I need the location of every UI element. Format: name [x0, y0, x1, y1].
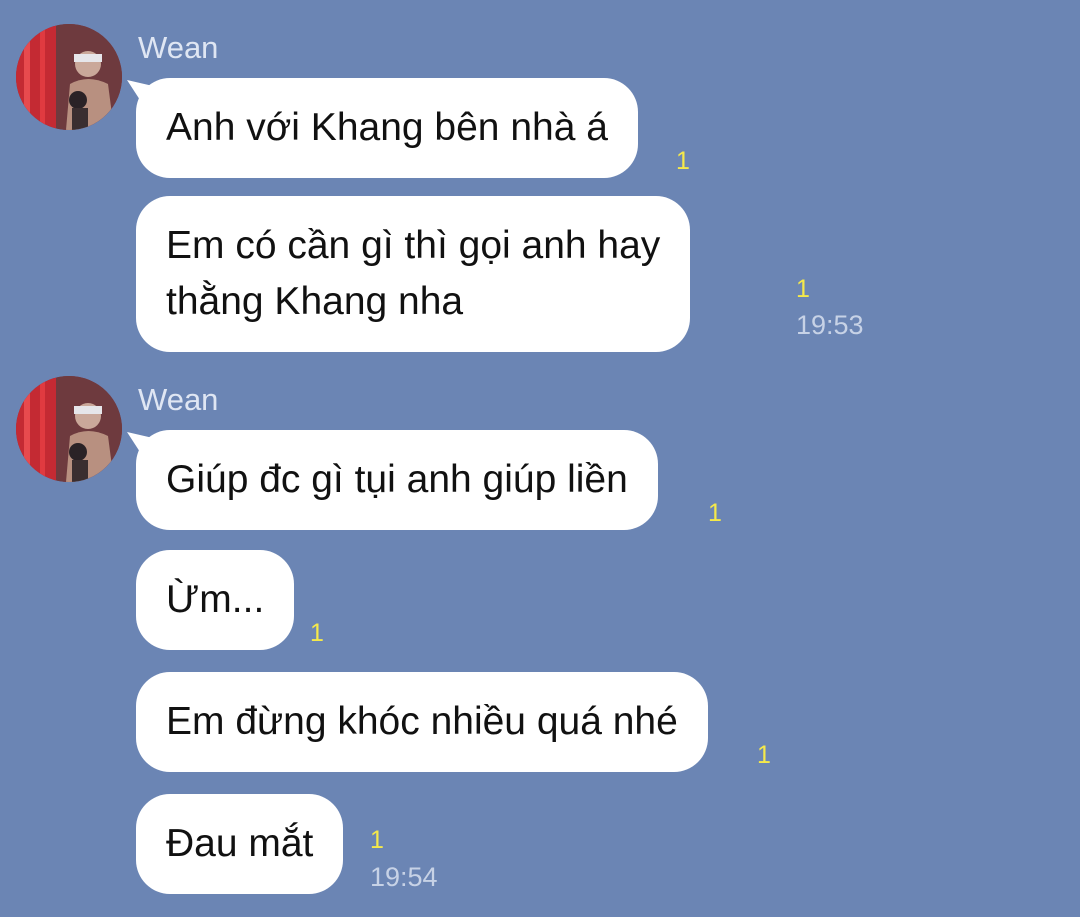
unread-count: 1 — [676, 147, 690, 175]
message-bubble[interactable]: Đau mắt — [136, 794, 344, 894]
message-bubble[interactable]: Ừm... — [136, 550, 295, 650]
message-time: 19:54 — [370, 862, 438, 892]
message-bubble[interactable]: Em đừng khóc nhiều quá nhé — [136, 672, 708, 772]
message-text: Giúp đc gì tụi anh giúp liền — [166, 458, 628, 501]
unread-count: 1 — [310, 619, 324, 647]
message-text: Em có cần gì thì gọi anh hay — [166, 224, 661, 267]
unread-count: 1 — [796, 275, 810, 303]
unread-count: 1 — [370, 826, 384, 854]
sender-name: Wean — [138, 30, 219, 65]
avatar[interactable] — [16, 24, 122, 130]
unread-count: 1 — [757, 741, 771, 769]
message-time: 19:53 — [796, 310, 864, 340]
avatar[interactable] — [16, 376, 122, 482]
avatar-photo-icon — [16, 24, 122, 130]
message-bubble[interactable]: Anh với Khang bên nhà á — [136, 78, 638, 178]
sender-name: Wean — [138, 382, 219, 417]
unread-count: 1 — [708, 499, 722, 527]
message-text: thằng Khang nha — [166, 280, 464, 323]
message-text: Anh với Khang bên nhà á — [166, 106, 608, 149]
message-text: Ừm... — [166, 578, 265, 621]
avatar-photo-icon — [16, 376, 122, 482]
chat-view: Wean Anh với Khang bên nhà á 1 Em có cần… — [0, 0, 1080, 917]
message-bubble[interactable]: Em có cần gì thì gọi anh hay thằng Khang… — [136, 196, 691, 352]
message-text: Đau mắt — [166, 822, 314, 865]
message-bubble[interactable]: Giúp đc gì tụi anh giúp liền — [136, 430, 658, 530]
message-text: Em đừng khóc nhiều quá nhé — [166, 700, 678, 743]
